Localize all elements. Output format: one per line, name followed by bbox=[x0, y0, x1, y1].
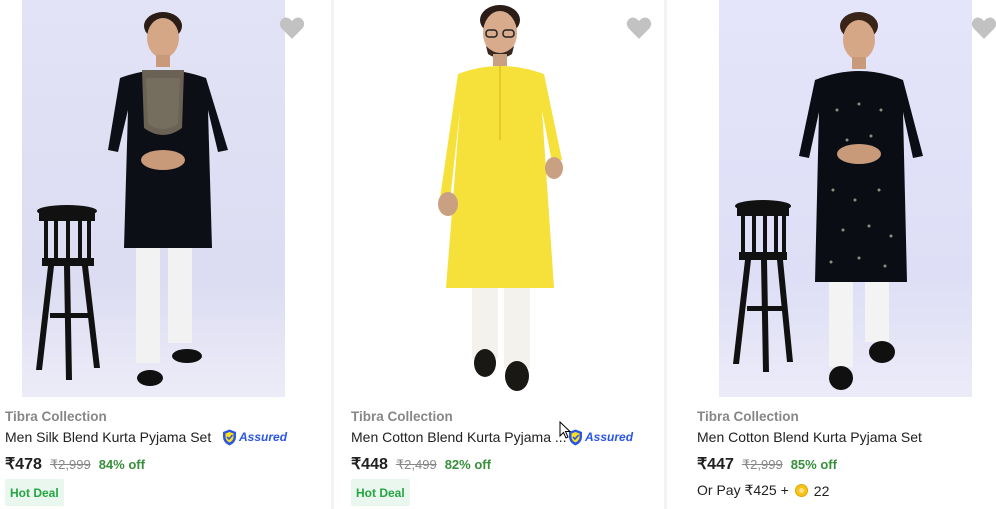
product-title[interactable]: Men Silk Blend Kurta Pyjama Set bbox=[5, 429, 211, 445]
wishlist-heart-icon[interactable] bbox=[971, 16, 996, 40]
selling-price: ₹478 bbox=[5, 456, 42, 473]
assured-shield-icon bbox=[223, 429, 236, 445]
price-row: ₹448 ₹2,499 82% off bbox=[351, 454, 491, 474]
assured-badge: Assured bbox=[222, 428, 287, 446]
hot-deal-badge: Hot Deal bbox=[5, 479, 64, 506]
product-image-1[interactable] bbox=[22, 0, 285, 397]
product-card-3[interactable]: Tibra Collection Men Cotton Blend Kurta … bbox=[667, 0, 996, 509]
product-brand: Tibra Collection bbox=[697, 409, 799, 424]
product-card-2[interactable]: Tibra Collection Men Cotton Blend Kurta … bbox=[334, 0, 664, 509]
assured-label: Assured bbox=[585, 430, 634, 444]
kurta-model-illustration bbox=[36, 12, 228, 386]
product-brand: Tibra Collection bbox=[351, 409, 453, 424]
price-row: ₹478 ₹2,999 84% off bbox=[5, 454, 145, 474]
supercoin-icon bbox=[794, 484, 808, 497]
supercoin-offer: Or Pay ₹425 + 22 bbox=[697, 482, 829, 499]
assured-label: Assured bbox=[239, 430, 288, 444]
product-title[interactable]: Men Cotton Blend Kurta Pyjama Set bbox=[697, 429, 922, 445]
assured-badge: Assured bbox=[568, 428, 633, 446]
original-price: ₹2,999 bbox=[741, 457, 783, 472]
product-card-1[interactable]: Tibra Collection Men Silk Blend Kurta Py… bbox=[0, 0, 331, 509]
hot-deal-badge: Hot Deal bbox=[351, 479, 410, 506]
product-title[interactable]: Men Cotton Blend Kurta Pyjama ... bbox=[351, 429, 567, 445]
product-brand: Tibra Collection bbox=[5, 409, 107, 424]
discount-percent: 85% off bbox=[790, 457, 837, 472]
selling-price: ₹447 bbox=[697, 456, 734, 473]
selling-price: ₹448 bbox=[351, 456, 388, 473]
original-price: ₹2,499 bbox=[395, 457, 437, 472]
or-pay-text: Or Pay ₹425 + bbox=[697, 482, 789, 498]
kurta-model-illustration bbox=[733, 12, 923, 390]
discount-percent: 84% off bbox=[98, 457, 145, 472]
price-row: ₹447 ₹2,999 85% off bbox=[697, 454, 837, 474]
wishlist-heart-icon[interactable] bbox=[626, 16, 652, 40]
wishlist-heart-icon[interactable] bbox=[279, 16, 305, 40]
original-price: ₹2,999 bbox=[49, 457, 91, 472]
kurta-model-illustration bbox=[438, 5, 563, 391]
mouse-cursor-icon bbox=[559, 421, 571, 439]
product-image-3[interactable] bbox=[719, 0, 972, 397]
supercoin-count: 22 bbox=[813, 482, 830, 499]
discount-percent: 82% off bbox=[444, 457, 491, 472]
product-image-2[interactable] bbox=[362, 0, 632, 397]
